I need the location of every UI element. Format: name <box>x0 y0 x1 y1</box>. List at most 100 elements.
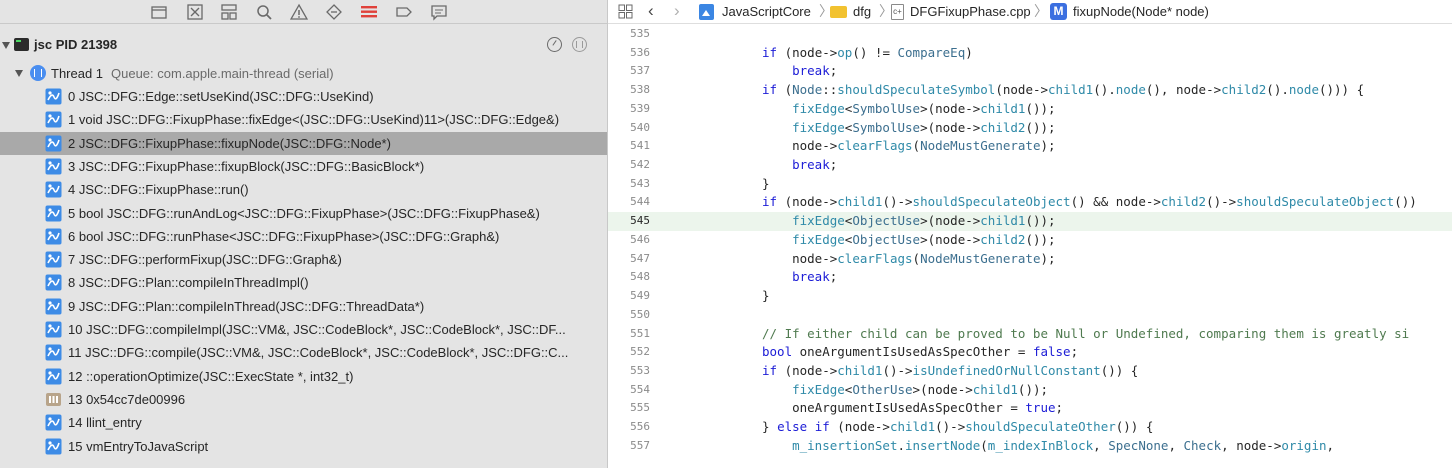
code-text[interactable]: m_insertionSet.insertNode(m_indexInBlock… <box>762 437 1334 456</box>
code-text[interactable]: break; <box>762 62 837 81</box>
user-frame-icon <box>45 368 62 385</box>
code-text[interactable]: fixEdge<SymbolUse>(node->child1()); <box>762 100 1055 119</box>
stack-frame-label: 11 JSC::DFG::compile(JSC::VM&, JSC::Code… <box>68 345 569 361</box>
line-number[interactable]: 544 <box>608 193 650 212</box>
report-icon[interactable] <box>430 3 448 21</box>
code-line: 538 if (Node::shouldSpeculateSymbol(node-… <box>608 81 1452 100</box>
code-text[interactable]: fixEdge<OtherUse>(node->child1()); <box>762 381 1048 400</box>
search-icon[interactable] <box>255 3 273 21</box>
code-text[interactable]: if (node->child1()->isUndefinedOrNullCon… <box>762 362 1138 381</box>
code-text[interactable]: } else if (node->child1()->shouldSpecula… <box>762 418 1153 437</box>
debug-navigator: jsc PID 21398 Thread 1 Queue: com.apple.… <box>0 0 607 468</box>
line-number[interactable]: 556 <box>608 418 650 437</box>
back-arrow-icon[interactable]: ‹ <box>648 2 654 20</box>
code-area[interactable]: 535 536 if (node->op() != CompareEq) 537 br… <box>608 25 1452 468</box>
code-text[interactable]: fixEdge<ObjectUse>(node->child2()); <box>762 231 1055 250</box>
code-text[interactable]: fixEdge<SymbolUse>(node->child2()); <box>762 119 1055 138</box>
code-line: 552 bool oneArgumentIsUsedAsSpecOther = f… <box>608 343 1452 362</box>
code-line: 550 <box>608 306 1452 325</box>
process-row[interactable]: jsc PID 21398 <box>0 33 607 57</box>
stack-frame-row[interactable]: 14 llint_entry <box>0 411 607 434</box>
stack-frame-row[interactable]: 4 JSC::DFG::FixupPhase::run() <box>0 178 607 201</box>
stack-frame-row[interactable]: 8 JSC::DFG::Plan::compileInThreadImpl() <box>0 271 607 294</box>
stack-frame-row[interactable]: 13 0x54cc7de00996 <box>0 388 607 411</box>
related-items-icon[interactable] <box>618 4 633 19</box>
line-number[interactable]: 557 <box>608 437 650 456</box>
jumpbar-folder[interactable]: dfg <box>853 3 871 20</box>
code-text[interactable]: oneArgumentIsUsedAsSpecOther = true; <box>762 399 1063 418</box>
line-number[interactable]: 536 <box>608 44 650 63</box>
user-frame-icon <box>45 158 62 175</box>
line-number[interactable]: 554 <box>608 381 650 400</box>
line-number[interactable]: 548 <box>608 268 650 287</box>
jumpbar-project[interactable]: JavaScriptCore <box>722 3 811 20</box>
code-text[interactable]: if (node->op() != CompareEq) <box>762 44 973 63</box>
code-text[interactable]: if (Node::shouldSpeculateSymbol(node->ch… <box>762 81 1364 100</box>
line-number[interactable]: 551 <box>608 325 650 344</box>
stack-frame-row[interactable]: 0 JSC::DFG::Edge::setUseKind(JSC::DFG::U… <box>0 85 607 108</box>
breakpoint-icon[interactable] <box>395 3 413 21</box>
line-number[interactable]: 538 <box>608 81 650 100</box>
line-number[interactable]: 535 <box>608 25 650 44</box>
jumpbar-symbol[interactable]: fixupNode(Node* node) <box>1073 3 1209 20</box>
disclosure-triangle-icon[interactable] <box>15 70 23 77</box>
code-text[interactable]: } <box>762 287 770 306</box>
code-text[interactable]: // If either child can be proved to be N… <box>762 325 1409 344</box>
line-number[interactable]: 541 <box>608 137 650 156</box>
stack-frame-row[interactable]: 2 JSC::DFG::FixupPhase::fixupNode(JSC::D… <box>0 131 607 155</box>
stack-frame-label: 10 JSC::DFG::compileImpl(JSC::VM&, JSC::… <box>68 322 566 337</box>
stack-frame-row[interactable]: 11 JSC::DFG::compile(JSC::VM&, JSC::Code… <box>0 341 607 364</box>
user-frame-icon <box>45 438 62 455</box>
code-text[interactable]: break; <box>762 156 837 175</box>
stack-frame-row[interactable]: 3 JSC::DFG::FixupPhase::fixupBlock(JSC::… <box>0 155 607 178</box>
test-diamond-icon[interactable] <box>325 3 343 21</box>
line-number[interactable]: 537 <box>608 62 650 81</box>
stack-frame-row[interactable]: 1 void JSC::DFG::FixupPhase::fixEdge<(JS… <box>0 108 607 131</box>
stack-frame-label: 2 JSC::DFG::FixupPhase::fixupNode(JSC::D… <box>68 135 391 151</box>
line-number[interactable]: 546 <box>608 231 650 250</box>
stack-frame-label: 3 JSC::DFG::FixupPhase::fixupBlock(JSC::… <box>68 158 425 174</box>
line-number[interactable]: 555 <box>608 399 650 418</box>
jumpbar-file[interactable]: DFGFixupPhase.cpp <box>910 3 1031 20</box>
stack-frame-row[interactable]: 15 vmEntryToJavaScript <box>0 435 607 458</box>
code-text[interactable]: if (node->child1()->shouldSpeculateObjec… <box>762 193 1417 212</box>
line-number[interactable]: 550 <box>608 306 650 325</box>
code-line: 536 if (node->op() != CompareEq) <box>608 44 1452 63</box>
issue-warning-icon[interactable] <box>290 3 308 21</box>
cpp-file-icon: c+ <box>891 4 904 20</box>
stack-frame-row[interactable]: 12 ::operationOptimize(JSC::ExecState *,… <box>0 365 607 388</box>
source-editor: ‹ › JavaScriptCore 〉 dfg 〉 c+ DFGFixupPh… <box>608 0 1452 468</box>
user-frame-icon <box>45 181 62 198</box>
line-number[interactable]: 545 <box>608 212 650 231</box>
line-number[interactable]: 549 <box>608 287 650 306</box>
stack-frame-row[interactable]: 9 JSC::DFG::Plan::compileInThread(JSC::D… <box>0 295 607 318</box>
code-text[interactable]: } <box>762 175 770 194</box>
source-control-icon[interactable] <box>186 3 204 21</box>
line-number[interactable]: 539 <box>608 100 650 119</box>
disclosure-triangle-icon[interactable] <box>2 42 10 49</box>
debug-navigator-icon[interactable] <box>360 3 378 21</box>
code-text[interactable]: break; <box>762 268 837 287</box>
stack-frame-row[interactable]: 5 bool JSC::DFG::runAndLog<JSC::DFG::Fix… <box>0 202 607 225</box>
line-number[interactable]: 552 <box>608 343 650 362</box>
stack-frame-label: 9 JSC::DFG::Plan::compileInThread(JSC::D… <box>68 298 425 314</box>
line-number[interactable]: 553 <box>608 362 650 381</box>
gauge-icon[interactable] <box>547 37 562 52</box>
thread-row[interactable]: Thread 1 Queue: com.apple.main-thread (s… <box>0 62 607 85</box>
code-text[interactable]: node->clearFlags(NodeMustGenerate); <box>762 250 1055 269</box>
code-text[interactable]: bool oneArgumentIsUsedAsSpecOther = fals… <box>762 343 1078 362</box>
line-number[interactable]: 547 <box>608 250 650 269</box>
stack-frame-row[interactable]: 7 JSC::DFG::performFixup(JSC::DFG::Graph… <box>0 248 607 271</box>
stack-frame-row[interactable]: 6 bool JSC::DFG::runPhase<JSC::DFG::Fixu… <box>0 225 607 248</box>
forward-arrow-icon[interactable]: › <box>674 2 680 20</box>
stack-frame-row[interactable]: 10 JSC::DFG::compileImpl(JSC::VM&, JSC::… <box>0 318 607 341</box>
line-number[interactable]: 540 <box>608 119 650 138</box>
line-number[interactable]: 543 <box>608 175 650 194</box>
thread-filter-icon[interactable] <box>572 37 587 52</box>
code-text[interactable]: node->clearFlags(NodeMustGenerate); <box>762 137 1055 156</box>
symbol-icon[interactable] <box>220 3 238 21</box>
code-text[interactable]: fixEdge<ObjectUse>(node->child1()); <box>762 212 1055 231</box>
folder-icon[interactable] <box>150 3 168 21</box>
code-line: 546 fixEdge<ObjectUse>(node->child2()); <box>608 231 1452 250</box>
line-number[interactable]: 542 <box>608 156 650 175</box>
